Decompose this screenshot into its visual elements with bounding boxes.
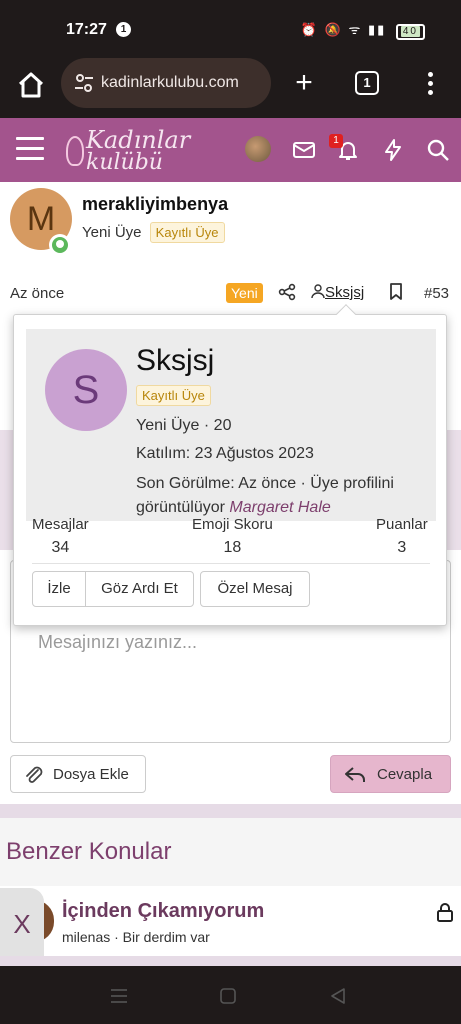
viewed-profile-link[interactable]: Margaret Hale (229, 499, 330, 516)
system-icons: ⏰ 🔕 ᯤ ▮▮ 40 (301, 20, 425, 40)
new-tab-button[interactable]: + (289, 66, 319, 100)
home-icon[interactable] (14, 68, 48, 102)
site-settings-icon[interactable] (73, 72, 95, 94)
ignore-button[interactable]: Göz Ardı Et (85, 571, 194, 607)
thread-meta: milenas · Bir derdim var (62, 929, 210, 945)
reply-placeholder: Mesajınızı yazınız... (38, 632, 198, 652)
ad-close-button[interactable]: X (0, 888, 44, 966)
post-number[interactable]: #53 (424, 285, 449, 302)
site-logo[interactable]: Kadınlar kulübü (66, 124, 196, 178)
member-joined: Katılım: 23 Ağustos 2023 (136, 445, 314, 462)
member-tooltip-card: S Sksjsj Kayıtlı Üye Yeni Üye · 20 Katıl… (13, 304, 447, 626)
bookmark-icon[interactable] (389, 283, 403, 301)
user-icon (311, 284, 325, 299)
recents-icon[interactable] (110, 988, 128, 1004)
share-icon[interactable] (278, 283, 296, 301)
notification-badge: 1 (329, 134, 343, 148)
battery-icon: 40 (395, 24, 425, 40)
bottom-gap (0, 956, 461, 966)
reply-button[interactable]: Cevapla (330, 755, 451, 793)
member-card-header: S Sksjsj Kayıtlı Üye Yeni Üye · 20 Katıl… (26, 329, 436, 521)
inbox-icon[interactable] (292, 138, 316, 162)
browser-menu-icon[interactable] (420, 70, 440, 98)
similar-threads-title: Benzer Konular (6, 838, 172, 865)
paperclip-icon (26, 766, 43, 783)
stat-points: Puanlar 3 (376, 516, 428, 556)
stats-divider (32, 563, 430, 564)
member-tag: Kayıtlı Üye (136, 385, 211, 406)
hamburger-menu-icon[interactable] (16, 137, 44, 161)
lock-icon (437, 903, 453, 922)
back-icon[interactable] (330, 988, 346, 1004)
notification-count-badge: 1 (116, 22, 131, 37)
section-divider (0, 804, 461, 818)
post-time[interactable]: Az önce (10, 285, 64, 302)
status-bar: 17:27 1 ⏰ 🔕 ᯤ ▮▮ 40 (0, 0, 461, 58)
stat-messages: Mesajlar 34 (32, 516, 89, 556)
similar-thread-item[interactable]: İçinden Çıkamıyorum milenas · Bir derdim… (0, 886, 461, 956)
attach-file-button[interactable]: Dosya Ekle (10, 755, 146, 793)
author-name[interactable]: merakliyimbenya (82, 194, 228, 215)
follow-button[interactable]: İzle (32, 571, 86, 607)
lightning-icon[interactable] (381, 138, 405, 162)
url-text: kadinlarkulubu.com (101, 74, 239, 91)
reply-arrow-icon (345, 767, 365, 782)
new-badge: Yeni (226, 283, 263, 303)
member-role: Yeni Üye · 20 (136, 417, 232, 434)
clock: 17:27 (66, 21, 107, 38)
site-header: Kadınlar kulübü (0, 118, 461, 182)
stat-emoji-score: Emoji Skoru 18 (192, 516, 273, 556)
member-avatar[interactable]: S (45, 349, 127, 431)
home-nav-icon[interactable] (220, 988, 236, 1004)
logo-mark (66, 136, 84, 166)
browser-toolbar: kadinlarkulubu.com + 1 (0, 58, 461, 118)
member-last-seen: Son Görülme: Az önce · Üye profilini gör… (136, 475, 394, 516)
post-author-bar: M merakliyimbenya Yeni Üye Kayıtlı Üye (0, 182, 461, 272)
online-status-icon (49, 234, 71, 256)
address-bar[interactable]: kadinlarkulubu.com (61, 58, 271, 108)
user-avatar[interactable] (245, 136, 271, 162)
search-icon[interactable] (426, 138, 450, 162)
member-name[interactable]: Sksjsj (136, 344, 214, 378)
system-nav-bar (0, 966, 461, 1024)
user-tag: Kayıtlı Üye (149, 222, 225, 243)
private-message-button[interactable]: Özel Mesaj (200, 571, 310, 607)
mentioned-user-link[interactable]: Sksjsj (311, 284, 364, 301)
post-meta-bar: Az önce Yeni Sksjsj #53 (0, 272, 461, 314)
tab-switcher-button[interactable]: 1 (355, 71, 379, 95)
thread-title[interactable]: İçinden Çıkamıyorum (62, 900, 264, 923)
author-role: Yeni Üye Kayıtlı Üye (82, 222, 225, 243)
